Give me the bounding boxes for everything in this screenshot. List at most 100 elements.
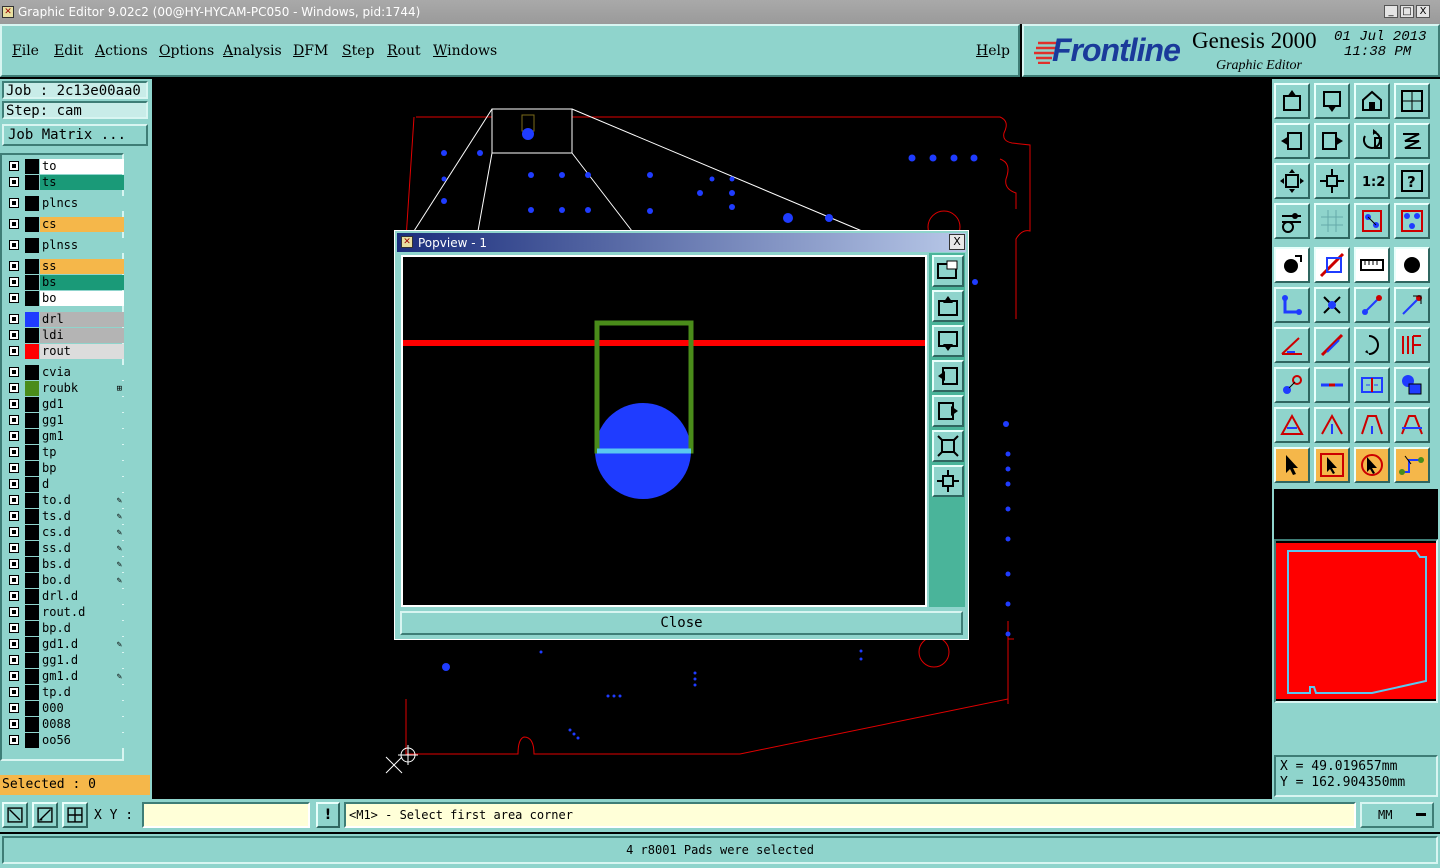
layer-name[interactable]: ts <box>40 175 124 190</box>
layer-row-gg1[interactable]: gg1 <box>5 413 124 428</box>
layer-row-0088[interactable]: 0088 <box>5 717 124 732</box>
layer-name[interactable]: 0088 <box>40 717 124 732</box>
angle-icon[interactable] <box>1274 327 1310 363</box>
layer-color-swatch[interactable] <box>25 701 39 716</box>
maximize-button[interactable]: □ <box>1400 5 1414 18</box>
measure-icon[interactable] <box>32 802 58 828</box>
layer-color-swatch[interactable] <box>25 493 39 508</box>
connect-icon[interactable] <box>1274 287 1310 323</box>
snap-icon[interactable] <box>1274 203 1310 239</box>
layer-row-ss[interactable]: ss <box>5 259 124 274</box>
layer-row-000[interactable]: 000 <box>5 701 124 716</box>
layer-color-swatch[interactable] <box>25 669 39 684</box>
layer-color-swatch[interactable] <box>25 217 39 232</box>
move-pad-icon[interactable] <box>1274 367 1310 403</box>
layer-name[interactable]: oo56 <box>40 733 124 748</box>
surface-edit-icon[interactable] <box>1394 407 1430 443</box>
layer-name[interactable]: drl <box>40 312 124 327</box>
menu-analysis[interactable]: Analysis <box>223 43 282 59</box>
layer-checkbox[interactable] <box>9 431 19 441</box>
layer-color-swatch[interactable] <box>25 291 39 306</box>
layer-row-gd1[interactable]: gd1 <box>5 397 124 412</box>
layer-color-swatch[interactable] <box>25 175 39 190</box>
grid-snap-icon[interactable] <box>62 802 88 828</box>
layer-name[interactable]: ss.d ✎ <box>40 541 124 556</box>
layer-row-ts-d[interactable]: ts.d ✎ <box>5 509 124 524</box>
select-touch-icon[interactable] <box>1354 447 1390 483</box>
select-area-icon[interactable] <box>2 802 28 828</box>
layer-name[interactable]: tp.d <box>40 685 124 700</box>
layer-color-swatch[interactable] <box>25 525 39 540</box>
layer-checkbox[interactable] <box>9 575 19 585</box>
layer-checkbox[interactable] <box>9 655 19 665</box>
layer-list-scroll-area[interactable] <box>124 153 152 761</box>
layer-name[interactable]: ss <box>40 259 124 274</box>
layer-row-ldi[interactable]: ldi <box>5 328 124 343</box>
layer-row-ss-d[interactable]: ss.d ✎ <box>5 541 124 556</box>
popview-zoom-out-icon[interactable] <box>932 430 964 462</box>
layer-name[interactable]: gd1.d ✎ <box>40 637 124 652</box>
layer-row-d[interactable]: d <box>5 477 124 492</box>
line-edit-icon[interactable] <box>1314 327 1350 363</box>
layer-row-cs[interactable]: cs <box>5 217 124 232</box>
layer-name[interactable]: gg1.d <box>40 653 124 668</box>
layer-row-drl-d[interactable]: drl.d <box>5 589 124 604</box>
stretch-icon[interactable] <box>1394 287 1430 323</box>
cut-line-icon[interactable] <box>1314 367 1350 403</box>
layer-color-swatch[interactable] <box>25 238 39 253</box>
layer-checkbox[interactable] <box>9 719 19 729</box>
layer-name[interactable]: rout.d <box>40 605 124 620</box>
layer-checkbox[interactable] <box>9 479 19 489</box>
close-window-button[interactable]: X <box>1416 5 1430 18</box>
layer-color-swatch[interactable] <box>25 259 39 274</box>
layer-checkbox[interactable] <box>9 346 19 356</box>
layer-row-roubk[interactable]: roubk ⊞ <box>5 381 124 396</box>
layer-name[interactable]: to <box>40 159 124 174</box>
layer-name[interactable]: ts.d ✎ <box>40 509 124 524</box>
layer-checkbox[interactable] <box>9 447 19 457</box>
layer-name[interactable]: plncs <box>40 196 124 211</box>
layer-color-swatch[interactable] <box>25 397 39 412</box>
menu-rout[interactable]: Rout <box>387 43 421 59</box>
move-node-icon[interactable] <box>1354 287 1390 323</box>
layer-color-swatch[interactable] <box>25 344 39 359</box>
layer-checkbox[interactable] <box>9 703 19 713</box>
popview-pan-up-icon[interactable] <box>932 290 964 322</box>
layer-row-bs[interactable]: bs <box>5 275 124 290</box>
layer-name[interactable]: bs.d ✎ <box>40 557 124 572</box>
menu-actions[interactable]: Actions <box>95 43 148 59</box>
layer-row-rout-d[interactable]: rout.d <box>5 605 124 620</box>
layer-checkbox[interactable] <box>9 527 19 537</box>
layer-checkbox[interactable] <box>9 367 19 377</box>
layer-checkbox[interactable] <box>9 415 19 425</box>
layer-checkbox[interactable] <box>9 198 19 208</box>
surface-arc-icon[interactable] <box>1354 407 1390 443</box>
popview-title-bar[interactable]: ✕ Popview - 1 X <box>397 233 966 252</box>
pointer-icon[interactable] <box>1274 447 1310 483</box>
minimize-button[interactable]: _ <box>1384 5 1398 18</box>
zoom-fit-icon[interactable] <box>1274 163 1310 199</box>
layer-row-gm1[interactable]: gm1 <box>5 429 124 444</box>
popview-close-x[interactable]: X <box>949 234 965 250</box>
layer-name[interactable]: cs.d ✎ <box>40 525 124 540</box>
grid-icon[interactable] <box>1314 203 1350 239</box>
layer-row-tp-d[interactable]: tp.d <box>5 685 124 700</box>
layer-checkbox[interactable] <box>9 495 19 505</box>
layer-row-rout[interactable]: rout <box>5 344 124 359</box>
layer-checkbox[interactable] <box>9 383 19 393</box>
layer-color-swatch[interactable] <box>25 717 39 732</box>
layer-color-swatch[interactable] <box>25 196 39 211</box>
layer-checkbox[interactable] <box>9 463 19 473</box>
arc-icon[interactable] <box>1354 327 1390 363</box>
layer-color-swatch[interactable] <box>25 461 39 476</box>
layer-color-swatch[interactable] <box>25 541 39 556</box>
layer-checkbox[interactable] <box>9 671 19 681</box>
mirror-icon[interactable] <box>1394 123 1430 159</box>
layer-checkbox[interactable] <box>9 511 19 521</box>
layer-name[interactable]: gg1 <box>40 413 124 428</box>
popview-zoom-window-icon[interactable] <box>932 255 964 287</box>
layer-row-to-d[interactable]: to.d ✎ <box>5 493 124 508</box>
layer-name[interactable]: 000 <box>40 701 124 716</box>
layer-color-swatch[interactable] <box>25 413 39 428</box>
surface-add-icon[interactable] <box>1314 407 1350 443</box>
